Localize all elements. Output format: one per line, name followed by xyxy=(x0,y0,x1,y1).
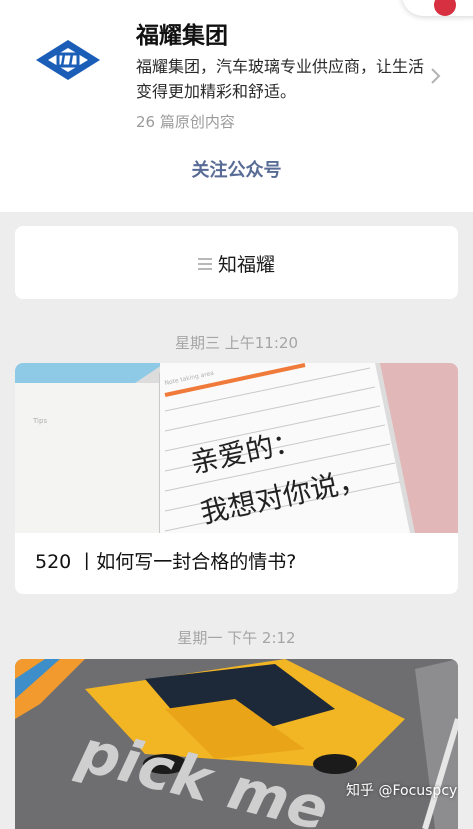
follow-account-button[interactable]: 关注公众号 xyxy=(0,156,473,182)
article-title[interactable]: 520 丨如何写一封合格的情书? xyxy=(35,547,296,574)
article-cover-image: Tips Note taking area 亲爱的： 我想对你说， xyxy=(15,363,458,533)
article-card[interactable]: pick me xyxy=(15,659,458,829)
original-content-count: 26 篇原创内容 xyxy=(136,113,235,131)
account-name[interactable]: 福耀集团 xyxy=(136,16,228,50)
feed-timestamp: 星期一 下午 2:12 xyxy=(177,629,296,647)
article-card[interactable]: Tips Note taking area 亲爱的： 我想对你说， 520 丨如… xyxy=(15,363,458,594)
account-menu-card[interactable]: 知福耀 xyxy=(15,226,458,299)
menu-icon xyxy=(197,257,212,270)
account-header: 福耀集团 福耀集团，汽车玻璃专业供应商，让生活变得更加精彩和舒适。 26 篇原创… xyxy=(0,0,473,212)
record-indicator-icon xyxy=(434,0,456,16)
menu-item[interactable]: 知福耀 xyxy=(15,250,458,277)
tips-label: Tips xyxy=(32,417,47,425)
menu-item-label: 知福耀 xyxy=(217,254,275,276)
account-description: 福耀集团，汽车玻璃专业供应商，让生活变得更加精彩和舒适。 xyxy=(136,57,425,101)
chevron-right-icon[interactable] xyxy=(430,66,442,86)
article-cover-image: pick me xyxy=(15,659,458,829)
floating-capsule[interactable] xyxy=(402,0,473,16)
feed-timestamp: 星期三 上午11:20 xyxy=(175,334,298,352)
watermark: 知乎 @Focuspcy xyxy=(346,783,458,799)
fuyao-logo-icon xyxy=(36,40,100,80)
